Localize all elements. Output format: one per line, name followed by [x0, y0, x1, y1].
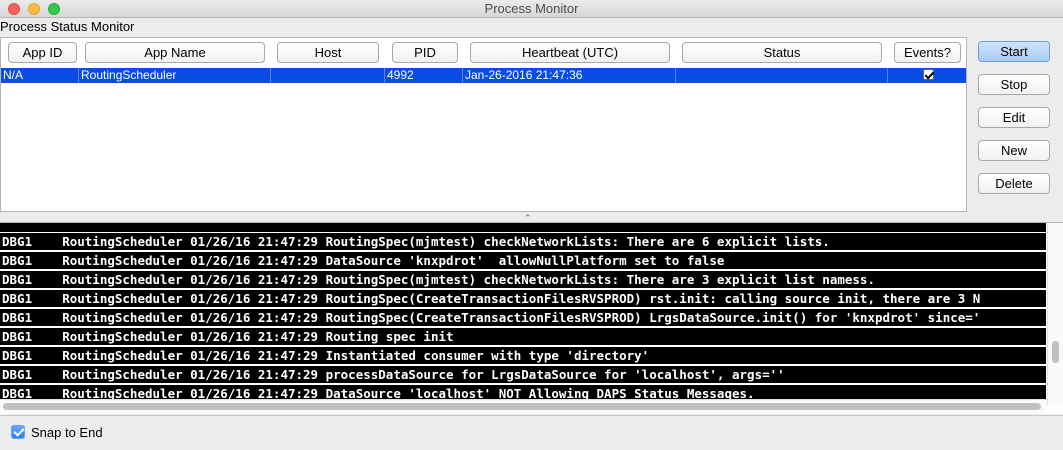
column-header-host[interactable]: Host: [277, 42, 379, 63]
log-line: DBG1 RoutingScheduler 01/26/16 21:47:29 …: [0, 328, 1046, 345]
cell-pid: 4992: [384, 68, 462, 83]
delete-button[interactable]: Delete: [978, 173, 1050, 194]
column-header-pid[interactable]: PID: [392, 42, 458, 63]
split-pane-divider[interactable]: ⌃: [0, 213, 1063, 223]
log-horizontal-scrollbar[interactable]: [0, 399, 1047, 413]
table-row[interactable]: N/A RoutingScheduler 4992 Jan-26-2016 21…: [1, 68, 966, 83]
log-line: [0, 223, 1046, 232]
column-header-heartbeat[interactable]: Heartbeat (UTC): [470, 42, 670, 63]
column-header-app-id[interactable]: App ID: [8, 42, 77, 63]
window-title: Process Monitor: [484, 1, 579, 16]
cell-events: [887, 68, 966, 83]
stop-button[interactable]: Stop: [978, 74, 1050, 95]
cell-heartbeat: Jan-26-2016 21:47:36: [462, 68, 675, 83]
column-header-app-name[interactable]: App Name: [85, 42, 265, 63]
cell-app-name: RoutingScheduler: [78, 68, 270, 83]
process-monitor-window: Process Monitor Process Status Monitor A…: [0, 0, 1063, 450]
snap-to-end-checkbox[interactable]: [11, 425, 25, 439]
panel-title: Process Status Monitor: [0, 19, 135, 34]
log-line: DBG1 RoutingScheduler 01/26/16 21:47:29 …: [0, 290, 1046, 307]
column-header-events[interactable]: Events?: [894, 42, 961, 63]
vertical-scroll-thumb[interactable]: [1052, 341, 1059, 363]
new-button[interactable]: New: [978, 140, 1050, 161]
log-line: DBG1 RoutingScheduler 01/26/16 21:47:29 …: [0, 347, 1046, 364]
snap-to-end-label[interactable]: Snap to End: [31, 425, 103, 440]
edit-button[interactable]: Edit: [978, 107, 1050, 128]
title-bar[interactable]: Process Monitor: [0, 0, 1063, 18]
cell-app-id: N/A: [3, 68, 24, 82]
column-header-status[interactable]: Status: [682, 42, 882, 63]
log-line: DBG1 RoutingScheduler 01/26/16 21:47:29 …: [0, 252, 1046, 269]
log-line: DBG1 RoutingScheduler 01/26/16 21:47:29 …: [0, 271, 1046, 288]
cell-host: [270, 68, 384, 83]
log-vertical-scrollbar[interactable]: [1047, 223, 1063, 405]
horizontal-scroll-thumb[interactable]: [3, 403, 1041, 410]
log-line: DBG1 RoutingScheduler 01/26/16 21:47:29 …: [0, 309, 1046, 326]
events-checkbox[interactable]: [922, 69, 934, 80]
cell-status: [675, 68, 887, 83]
footer-bar: Snap to End: [0, 415, 1063, 450]
log-panel: DBG1 RoutingScheduler 01/26/16 21:47:29 …: [0, 222, 1063, 414]
log-line: DBG1 RoutingScheduler 01/26/16 21:47:29 …: [0, 366, 1046, 383]
start-button[interactable]: Start: [978, 41, 1050, 62]
log-line: DBG1 RoutingScheduler 01/26/16 21:47:29 …: [0, 233, 1046, 250]
process-table: App ID App Name Host PID Heartbeat (UTC)…: [0, 37, 967, 212]
